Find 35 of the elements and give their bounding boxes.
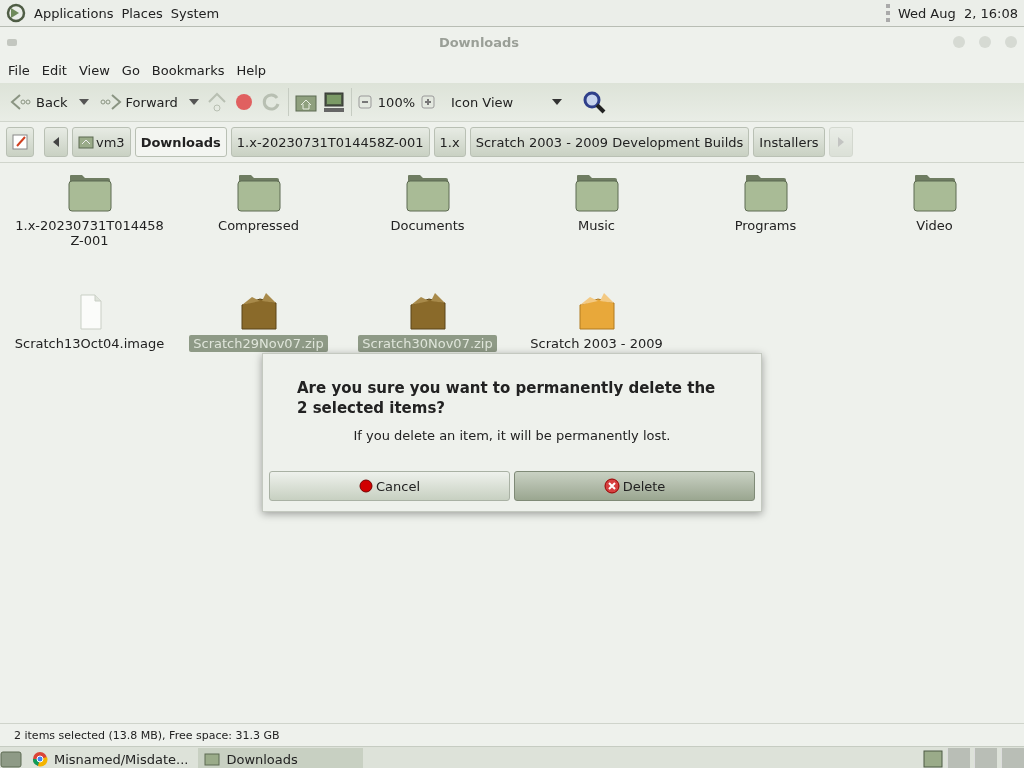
menu-item[interactable]: Bookmarks	[145, 60, 231, 80]
path-crumb[interactable]: 1.x-20230731T014458Z-001	[230, 127, 430, 157]
file-name[interactable]: Video	[912, 217, 957, 234]
path-crumb[interactable]: 1.x	[433, 127, 466, 157]
file-name[interactable]: 1.x-20230731T014458Z-001	[10, 217, 169, 249]
taskbar-button[interactable]: Downloads	[198, 748, 364, 768]
panel-menu[interactable]: Applications	[34, 5, 114, 21]
menu-item[interactable]: View	[72, 60, 116, 80]
forward-button[interactable]: Forward	[95, 91, 182, 113]
view-dropdown[interactable]: Icon View	[447, 92, 567, 112]
file-name[interactable]: Programs	[730, 217, 801, 234]
window-title: Downloads	[437, 34, 521, 50]
cancel-button[interactable]: Cancel	[269, 471, 510, 501]
menu-item[interactable]: File	[2, 60, 36, 80]
dialog-message: If you delete an item, it will be permanently lost.	[352, 428, 672, 443]
menu-item[interactable]: Edit	[35, 60, 73, 80]
path-crumb[interactable]: Installers	[753, 127, 825, 157]
path-crumb[interactable]: vm3	[72, 127, 131, 157]
file-name[interactable]: Music	[574, 217, 619, 234]
path-crumb[interactable]: Downloads	[134, 127, 227, 157]
menu-item[interactable]: Go	[115, 60, 146, 80]
panel-menu[interactable]: Places	[121, 5, 163, 21]
zoom-level: 100%	[377, 94, 415, 110]
file-name[interactable]: Scratch 2003 - 2009	[526, 335, 667, 352]
back-button[interactable]: Back	[6, 91, 72, 113]
file-name[interactable]: Documents	[386, 217, 469, 234]
path-crumb[interactable]: Scratch 2003 - 2009 Development Builds	[469, 127, 750, 157]
taskbar-button[interactable]: Misnamed/Misdate...	[26, 748, 195, 768]
menu-item[interactable]: Help	[230, 60, 273, 80]
delete-button[interactable]: Delete	[514, 471, 755, 501]
file-name[interactable]: Compressed	[214, 217, 303, 234]
file-name[interactable]: Scratch13Oct04.image	[10, 335, 169, 352]
clock[interactable]: Wed Aug 2, 16:08	[897, 5, 1018, 21]
panel-menu[interactable]: System	[170, 5, 220, 21]
dialog-heading: Are you sure you want to permanently delete the 2 selected items?	[296, 378, 717, 418]
